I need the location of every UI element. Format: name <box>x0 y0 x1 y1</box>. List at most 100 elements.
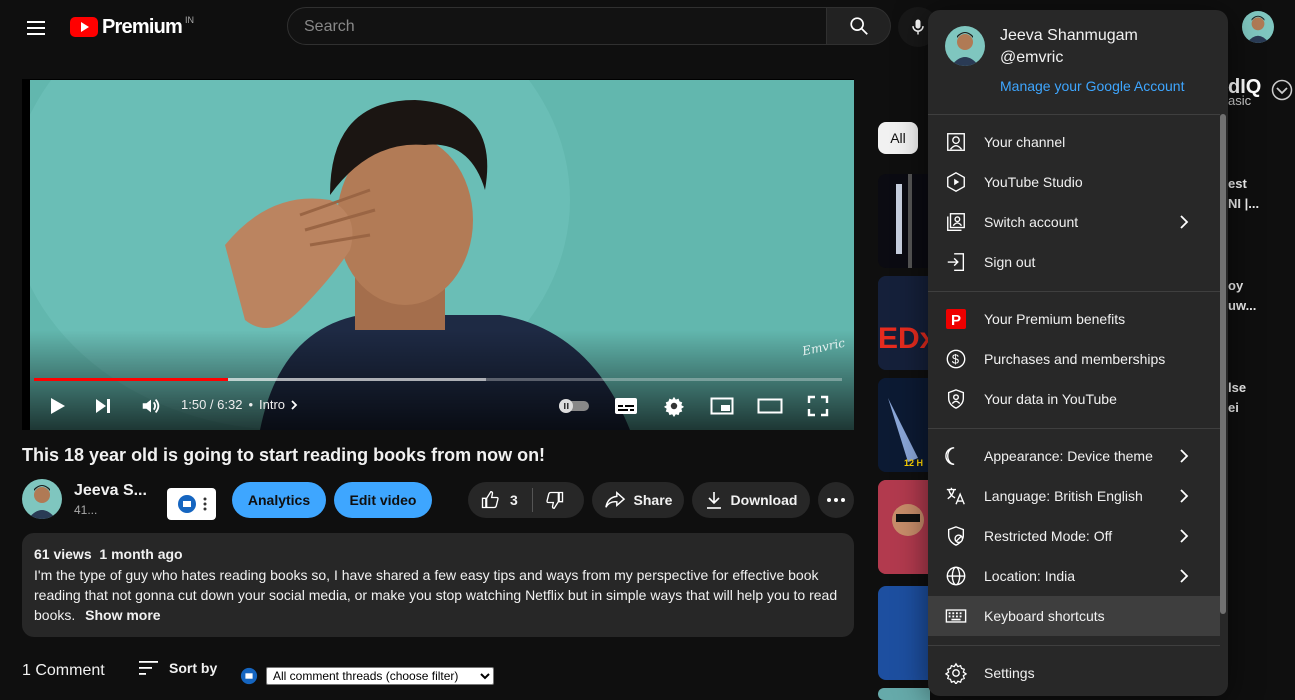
autoplay-toggle-icon <box>559 399 589 413</box>
menu-item-label: Keyboard shortcuts <box>984 608 1105 624</box>
account-avatar-button[interactable] <box>1242 11 1274 43</box>
fragment-line: ei <box>1228 400 1239 415</box>
menu-item-sign-out[interactable]: Sign out <box>928 242 1220 282</box>
menu-item-keyboard-shortcuts[interactable]: Keyboard shortcuts <box>928 596 1220 636</box>
comment-filter-select[interactable]: All comment threads (choose filter) <box>266 667 494 685</box>
related-thumbnail[interactable]: EDx <box>878 276 930 370</box>
menu-item-label: Location: India <box>984 568 1076 584</box>
logo-country-code: IN <box>185 15 194 25</box>
thumbnail-badge: 12 H <box>904 458 924 468</box>
menu-item-label: Purchases and memberships <box>984 351 1166 367</box>
fullscreen-button[interactable] <box>802 392 834 420</box>
thumbnail-image <box>878 174 930 268</box>
chevron-right-icon <box>1172 210 1196 234</box>
chevron-down-circle-icon <box>1271 79 1293 101</box>
menu-item-premium-benefits[interactable]: P Your Premium benefits <box>928 299 1220 339</box>
search-icon <box>849 17 868 35</box>
gear-icon <box>663 396 685 417</box>
subtitles-button[interactable] <box>610 392 642 420</box>
related-thumbnail[interactable]: 12 H <box>878 378 930 472</box>
progress-scrubber[interactable] <box>221 374 233 386</box>
menu-divider <box>928 114 1220 115</box>
menu-item-location[interactable]: Location: India <box>928 556 1220 596</box>
menu-item-your-data[interactable]: Your data in YouTube <box>928 379 1220 419</box>
chapter-label[interactable]: Intro <box>259 397 285 412</box>
manage-google-account-link[interactable]: Manage your Google Account <box>1000 78 1184 94</box>
menu-divider <box>928 291 1220 292</box>
chevron-right-icon <box>1172 524 1196 548</box>
share-button[interactable]: Share <box>592 482 684 518</box>
miniplayer-button[interactable] <box>706 392 738 420</box>
related-thumbnail[interactable] <box>878 480 930 574</box>
theater-icon <box>757 398 783 414</box>
channel-subscribers: 41... <box>74 503 98 517</box>
svg-text:$: $ <box>952 352 959 367</box>
related-thumbnail[interactable] <box>878 174 930 268</box>
translate-icon <box>944 484 968 508</box>
sign-out-icon <box>944 250 968 274</box>
menu-item-restricted-mode[interactable]: Restricted Mode: Off <box>928 516 1220 556</box>
description-meta: 61 views 1 month ago <box>34 546 183 562</box>
related-title-fragment[interactable]: oy uw... <box>1228 276 1256 316</box>
related-title-fragment[interactable]: lse ei <box>1228 378 1246 418</box>
search-button[interactable] <box>827 7 891 45</box>
time-current-duration: 1:50 / 6:32 <box>181 397 243 412</box>
extension-expand-button[interactable] <box>1271 79 1293 101</box>
settings-button[interactable] <box>658 392 690 420</box>
like-divider <box>532 488 533 512</box>
search-input[interactable] <box>302 7 806 47</box>
avatar <box>22 479 62 519</box>
menu-item-purchases[interactable]: $ Purchases and memberships <box>928 339 1220 379</box>
menu-item-your-channel[interactable]: Your channel <box>928 122 1220 162</box>
avatar <box>945 26 985 66</box>
chip-all[interactable]: All <box>878 122 918 154</box>
premium-p-icon: P <box>944 307 968 331</box>
menu-item-appearance[interactable]: Appearance: Device theme <box>928 436 1220 476</box>
menu-item-youtube-studio[interactable]: YouTube Studio <box>928 162 1220 202</box>
account-handle: @emvric <box>1000 49 1064 66</box>
extension-button[interactable] <box>167 488 216 520</box>
more-horiz-icon <box>827 498 845 502</box>
chevron-right-icon <box>1172 564 1196 588</box>
dislike-button[interactable] <box>545 490 565 510</box>
channel-name[interactable]: Jeeva S... <box>74 482 147 500</box>
related-thumbnail[interactable] <box>878 688 930 700</box>
account-name: Jeeva Shanmugam <box>1000 27 1138 44</box>
download-button[interactable]: Download <box>692 482 810 518</box>
analytics-button[interactable]: Analytics <box>232 482 326 518</box>
show-more-link[interactable]: Show more <box>85 607 160 623</box>
menu-scrollbar[interactable] <box>1220 114 1226 614</box>
thumbs-down-icon <box>546 491 564 510</box>
menu-item-language[interactable]: Language: British English <box>928 476 1220 516</box>
menu-item-settings[interactable]: Settings <box>928 653 1220 693</box>
miniplayer-icon <box>710 397 734 415</box>
theater-mode-button[interactable] <box>754 392 786 420</box>
description-text-block: I'm the type of guy who hates reading bo… <box>34 565 846 625</box>
hamburger-menu-button[interactable] <box>16 8 56 48</box>
play-button[interactable] <box>42 392 72 420</box>
dollar-icon: $ <box>944 347 968 371</box>
related-title-fragment[interactable]: est NI |... <box>1228 174 1259 214</box>
sort-by-button[interactable]: Sort by <box>139 660 217 676</box>
mute-button[interactable] <box>136 392 166 420</box>
menu-item-label: Your data in YouTube <box>984 391 1117 407</box>
like-dislike-group: 3 <box>468 482 584 518</box>
menu-item-label: Appearance: Device theme <box>984 448 1153 464</box>
next-button[interactable] <box>88 392 118 420</box>
like-button[interactable]: 3 <box>480 490 532 510</box>
menu-item-switch-account[interactable]: Switch account <box>928 202 1220 242</box>
logo-wordmark: Premium <box>102 15 183 38</box>
fragment-line: est <box>1228 176 1247 191</box>
edit-video-button[interactable]: Edit video <box>334 482 432 518</box>
gear-icon <box>944 661 968 685</box>
person-box-icon <box>944 130 968 154</box>
thumbs-up-icon <box>481 490 499 509</box>
channel-avatar[interactable] <box>22 479 62 519</box>
youtube-premium-logo[interactable]: Premium IN <box>70 14 194 40</box>
related-thumbnail[interactable] <box>878 586 930 680</box>
autoplay-toggle[interactable] <box>556 395 592 417</box>
extension-logo-icon <box>240 667 258 685</box>
account-menu: Jeeva Shanmugam @emvric Manage your Goog… <box>928 10 1228 696</box>
share-label: Share <box>633 492 673 508</box>
more-actions-button[interactable] <box>818 482 854 518</box>
